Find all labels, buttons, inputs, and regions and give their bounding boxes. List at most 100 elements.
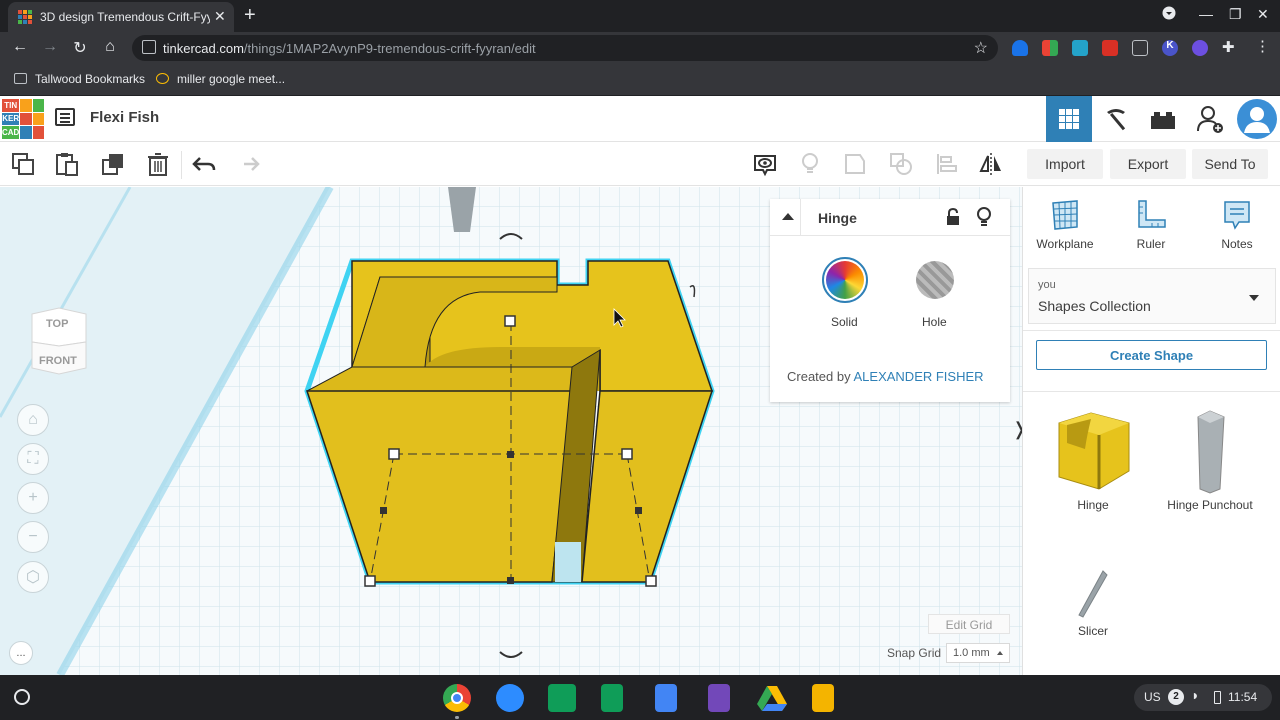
hinge-punchout-shape[interactable] xyxy=(448,187,476,232)
slides-app-icon[interactable] xyxy=(812,684,834,712)
solid-color-button[interactable] xyxy=(822,257,868,303)
extension-icon-7[interactable] xyxy=(1192,40,1208,56)
extensions-puzzle-icon[interactable]: ✚ xyxy=(1222,38,1238,56)
tinkercad-logo[interactable]: TIN KER CAD xyxy=(2,99,44,139)
extension-icon-k[interactable]: K xyxy=(1162,40,1178,56)
brick-icon xyxy=(1151,112,1175,129)
url-text: tinkercad.com/things/1MAP2AvynP9-tremend… xyxy=(163,41,536,56)
new-tab-icon[interactable]: + xyxy=(244,4,256,27)
shape-card-hinge-punchout[interactable]: Hinge Punchout xyxy=(1150,409,1270,512)
sheets-app-icon[interactable] xyxy=(601,684,623,712)
address-bar[interactable]: tinkercad.com/things/1MAP2AvynP9-tremend… xyxy=(132,35,998,61)
lock-icon[interactable] xyxy=(946,207,960,231)
design-list-icon[interactable] xyxy=(55,108,75,126)
site-info-icon[interactable] xyxy=(142,40,156,54)
close-tab-icon[interactable]: ✕ xyxy=(214,8,226,25)
chrome-app-icon[interactable] xyxy=(443,684,471,712)
shield-extension-icon[interactable] xyxy=(1012,40,1028,56)
import-button[interactable]: Import xyxy=(1027,149,1103,179)
rotate-handle-side[interactable] xyxy=(689,285,696,298)
collapse-icon[interactable] xyxy=(782,213,794,220)
mirror-button[interactable] xyxy=(978,151,1004,177)
drive-app-icon[interactable] xyxy=(757,684,787,712)
3d-design-view-button[interactable] xyxy=(1046,96,1092,142)
show-all-button[interactable] xyxy=(752,151,778,177)
collapse-panel-icon[interactable]: ❭ xyxy=(1012,419,1022,440)
logo-cell xyxy=(32,126,44,139)
rotate-handle-top[interactable] xyxy=(499,233,523,240)
delete-button[interactable] xyxy=(145,151,171,177)
bricks-view-button[interactable] xyxy=(1140,96,1186,142)
notes-tool[interactable]: Notes xyxy=(1197,199,1277,251)
ungroup-button[interactable] xyxy=(888,151,914,177)
zoom-app-icon[interactable] xyxy=(496,684,524,712)
copy-button[interactable] xyxy=(10,151,36,177)
toolbar-divider xyxy=(181,151,182,179)
copy-icon xyxy=(12,153,34,175)
reload-icon[interactable]: ↻ xyxy=(70,38,90,58)
home-icon[interactable]: ⌂ xyxy=(100,38,120,56)
fit-view-button[interactable]: ⛶ xyxy=(17,443,49,475)
export-button[interactable]: Export xyxy=(1110,149,1186,179)
extension-icon-4[interactable] xyxy=(1102,40,1118,56)
duplicate-button[interactable] xyxy=(100,151,126,177)
home-view-button[interactable]: ⌂ xyxy=(17,404,49,436)
ungroup-icon xyxy=(890,153,912,175)
hide-button[interactable] xyxy=(797,151,823,177)
shape-card-slicer[interactable]: Slicer xyxy=(1033,569,1153,638)
forms-app-icon[interactable] xyxy=(708,684,730,712)
create-shape-button[interactable]: Create Shape xyxy=(1036,340,1267,370)
extension-icon-2[interactable] xyxy=(1042,40,1058,56)
redo-button[interactable] xyxy=(235,151,261,177)
ruler-tool[interactable]: Ruler xyxy=(1111,199,1191,251)
more-options-button[interactable]: ... xyxy=(9,641,33,665)
maximize-icon[interactable]: ❐ xyxy=(1229,6,1242,23)
align-button[interactable] xyxy=(934,151,960,177)
view-cube-front-label: FRONT xyxy=(39,355,77,367)
workplane-viewport[interactable]: TOP FRONT ⌂ ⛶ + − ⬡ ... Hinge Solid Hole xyxy=(0,187,1022,675)
minus-icon: − xyxy=(28,528,38,545)
edit-grid-button[interactable]: Edit Grid xyxy=(928,614,1010,634)
classroom-app-icon[interactable] xyxy=(548,684,576,712)
launcher-icon[interactable] xyxy=(14,689,30,705)
bookmark-link[interactable]: miller google meet... xyxy=(156,72,285,86)
zoom-out-button[interactable]: − xyxy=(17,521,49,553)
bookmark-star-icon[interactable]: ☆ xyxy=(974,38,988,58)
browser-tab[interactable]: 3D design Tremendous Crift-Fyy ✕ xyxy=(8,2,234,32)
forward-icon[interactable]: → xyxy=(40,38,60,56)
extension-icon-3[interactable] xyxy=(1072,40,1088,56)
back-icon[interactable]: ← xyxy=(10,38,30,56)
close-window-icon[interactable]: ✕ xyxy=(1257,6,1269,23)
user-avatar[interactable] xyxy=(1234,96,1280,142)
shape-card-hinge[interactable]: Hinge xyxy=(1033,409,1153,512)
plus-icon: + xyxy=(28,489,38,506)
view-cube[interactable]: TOP FRONT xyxy=(28,306,90,376)
add-user-button[interactable] xyxy=(1187,96,1233,142)
cube-icon: ⬡ xyxy=(26,569,40,586)
shapes-collection-dropdown[interactable]: you Shapes Collection xyxy=(1028,268,1276,324)
paste-button[interactable] xyxy=(54,151,80,177)
snap-grid-select[interactable]: 1.0 mm xyxy=(946,643,1010,663)
send-to-button[interactable]: Send To xyxy=(1192,149,1268,179)
chevron-down-icon xyxy=(1249,295,1259,301)
group-button[interactable] xyxy=(842,151,868,177)
profile-dropdown-icon[interactable] xyxy=(1162,6,1176,23)
codeblocks-view-button[interactable] xyxy=(1093,96,1139,142)
tinkercad-editor: TIN KER CAD Flexi Fish Import Export Sen… xyxy=(0,96,1280,675)
rotate-handle-bottom[interactable] xyxy=(499,651,523,658)
minimize-icon[interactable]: — xyxy=(1199,6,1213,22)
creator-link[interactable]: ALEXANDER FISHER xyxy=(854,369,984,384)
extension-icon-5[interactable] xyxy=(1132,40,1148,56)
visibility-bulb-icon[interactable] xyxy=(976,207,992,232)
browser-menu-icon[interactable]: ⋮ xyxy=(1255,37,1271,55)
undo-button[interactable] xyxy=(191,151,217,177)
docs-app-icon[interactable] xyxy=(655,684,677,712)
workplane-tool[interactable]: Workplane xyxy=(1025,199,1105,251)
bookmark-folder[interactable]: Tallwood Bookmarks xyxy=(14,72,145,86)
status-tray[interactable]: US 2 ◗ 11:54 xyxy=(1134,684,1272,711)
shape-name[interactable]: Hinge xyxy=(818,210,857,226)
perspective-button[interactable]: ⬡ xyxy=(17,561,49,593)
hole-button[interactable] xyxy=(916,261,954,299)
zoom-in-button[interactable]: + xyxy=(17,482,49,514)
design-title[interactable]: Flexi Fish xyxy=(90,109,159,126)
